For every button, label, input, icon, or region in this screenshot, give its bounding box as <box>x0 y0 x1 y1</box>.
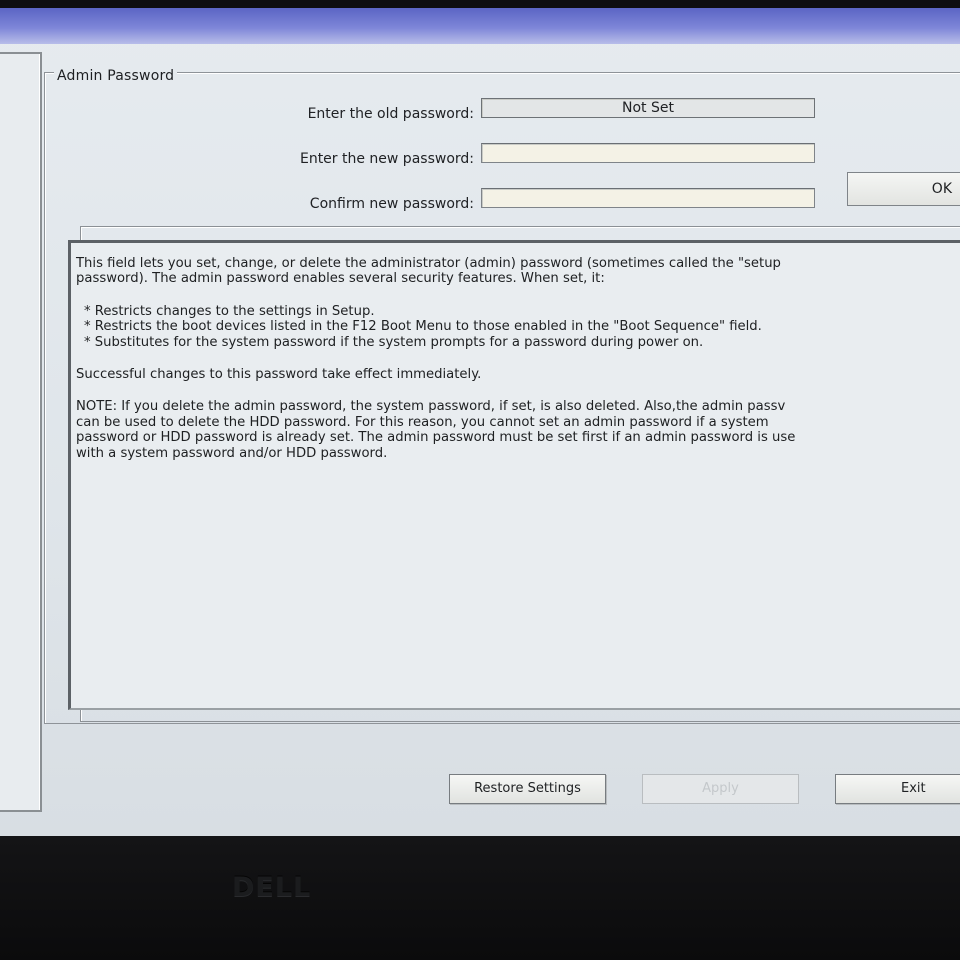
note-line: NOTE: If you delete the admin password, … <box>76 399 786 415</box>
new-password-label: Enter the new password: <box>299 151 474 167</box>
note-line: password or HDD password is already set.… <box>76 430 796 446</box>
bullet-item: * Restricts changes to the settings in S… <box>84 303 375 319</box>
note-line: can be used to delete the HDD password. … <box>76 414 769 430</box>
note-line: with a system password and/or HDD passwo… <box>76 445 388 461</box>
description-text: This field lets you set, change, or dele… <box>76 256 960 461</box>
confirm-password-field[interactable] <box>481 188 815 208</box>
success-note: Successful changes to this password take… <box>76 367 482 383</box>
restore-settings-button[interactable]: Restore Settings <box>449 774 606 804</box>
monitor-bezel-bottom <box>0 836 960 960</box>
group-title: Admin Password <box>54 68 178 84</box>
ok-button[interactable]: OK <box>847 172 960 206</box>
old-password-label: Enter the old password: <box>307 106 474 122</box>
old-password-field[interactable] <box>481 98 815 118</box>
description-line: password). The admin password enables se… <box>76 271 605 287</box>
confirm-password-label: Confirm new password: <box>309 196 474 212</box>
dell-logo: DELL <box>232 872 312 903</box>
bullet-item: * Substitutes for the system password if… <box>84 334 704 350</box>
title-bar <box>0 8 960 44</box>
apply-button[interactable]: Apply <box>642 774 799 804</box>
new-password-field[interactable] <box>481 143 815 163</box>
bullet-item: * Restricts the boot devices listed in t… <box>84 319 762 335</box>
settings-tree-panel[interactable] <box>0 52 42 812</box>
exit-button[interactable]: Exit <box>835 774 960 804</box>
description-line: This field lets you set, change, or dele… <box>76 256 781 271</box>
